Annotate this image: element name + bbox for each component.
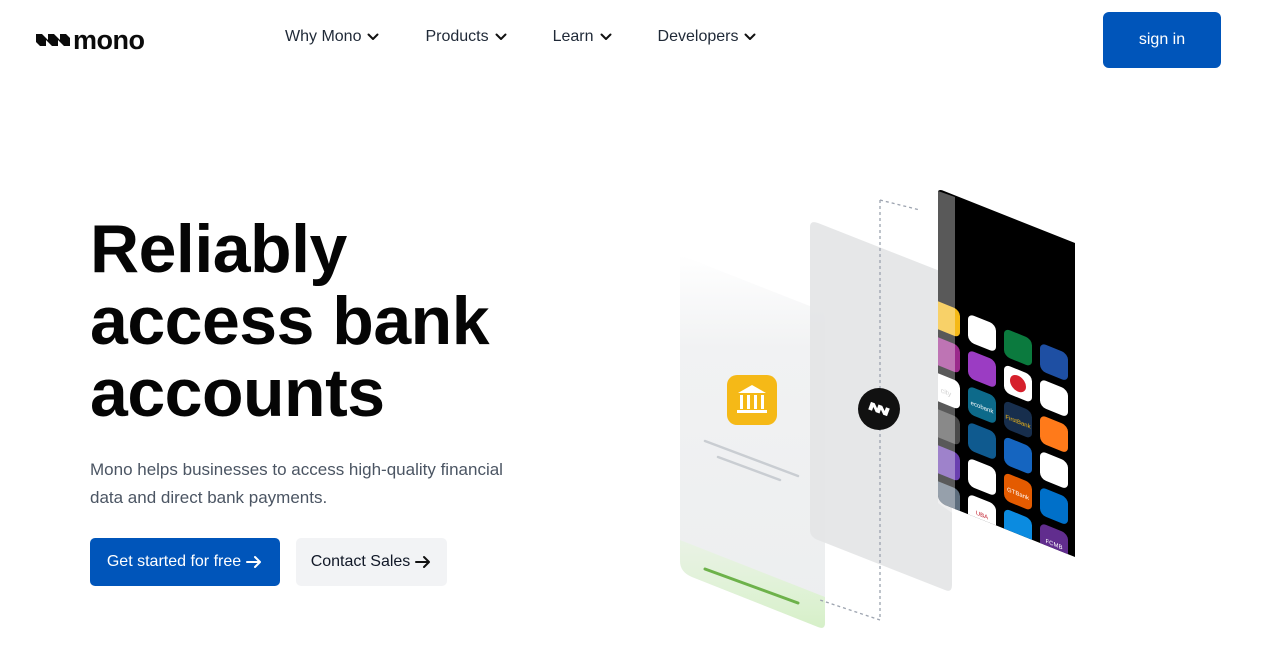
- logo-text: mono: [73, 24, 145, 55]
- nav-products-label: Products: [425, 28, 489, 45]
- get-started-label: Get started for free: [106, 553, 242, 570]
- chevron-down-icon: [600, 33, 612, 40]
- contact-sales-label: Contact Sales: [310, 553, 411, 570]
- nav-developers[interactable]: Developers: [658, 28, 758, 46]
- nav-developers-label: Developers: [657, 28, 739, 45]
- hero-title: Reliably access bank accounts: [90, 213, 610, 429]
- jaiz-label: Jaiz: [1012, 558, 1025, 572]
- sign-in-button[interactable]: sign in: [1103, 12, 1221, 68]
- contact-sales-button[interactable]: Contact Sales: [296, 538, 447, 586]
- nav-products[interactable]: Products: [425, 28, 507, 46]
- get-started-button[interactable]: Get started for free: [90, 538, 280, 586]
- app-panel: [680, 255, 825, 628]
- hero-title-line-1: Reliably: [90, 211, 347, 287]
- nav-why-mono-label: Why Mono: [285, 28, 362, 45]
- mono-badge-icon: [858, 388, 900, 430]
- hero-description: Mono helps businesses to access high-qua…: [90, 460, 503, 507]
- dashed-connector-top: [879, 199, 921, 211]
- chevron-down-icon: [744, 33, 756, 40]
- hero-illustration: FirstBank ecobank GTBank Jaiz UBA FCMB c…: [670, 185, 1080, 635]
- hero-title-line-2: access bank: [90, 283, 490, 359]
- mono-logo[interactable]: mono: [36, 24, 145, 56]
- arrow-right-icon: [415, 556, 431, 568]
- mono-logo-icon: [36, 34, 70, 46]
- site-header: mono Why Mono Products Learn Developers …: [0, 0, 1263, 80]
- bank-icon: [727, 375, 777, 425]
- nav-learn-label: Learn: [552, 28, 594, 45]
- banks-grid-panel: FirstBank ecobank GTBank Jaiz UBA FCMB c…: [938, 190, 1075, 572]
- arrow-right-icon: [246, 556, 262, 568]
- nav-learn[interactable]: Learn: [553, 28, 613, 46]
- nav-why-mono[interactable]: Why Mono: [285, 28, 380, 46]
- chevron-down-icon: [367, 33, 379, 40]
- connection-illustration: FirstBank ecobank GTBank Jaiz UBA FCMB c…: [680, 190, 1075, 628]
- main-nav: Why Mono Products Learn Developers: [285, 28, 802, 46]
- hero-title-line-3: accounts: [90, 355, 385, 431]
- chevron-down-icon: [495, 33, 507, 40]
